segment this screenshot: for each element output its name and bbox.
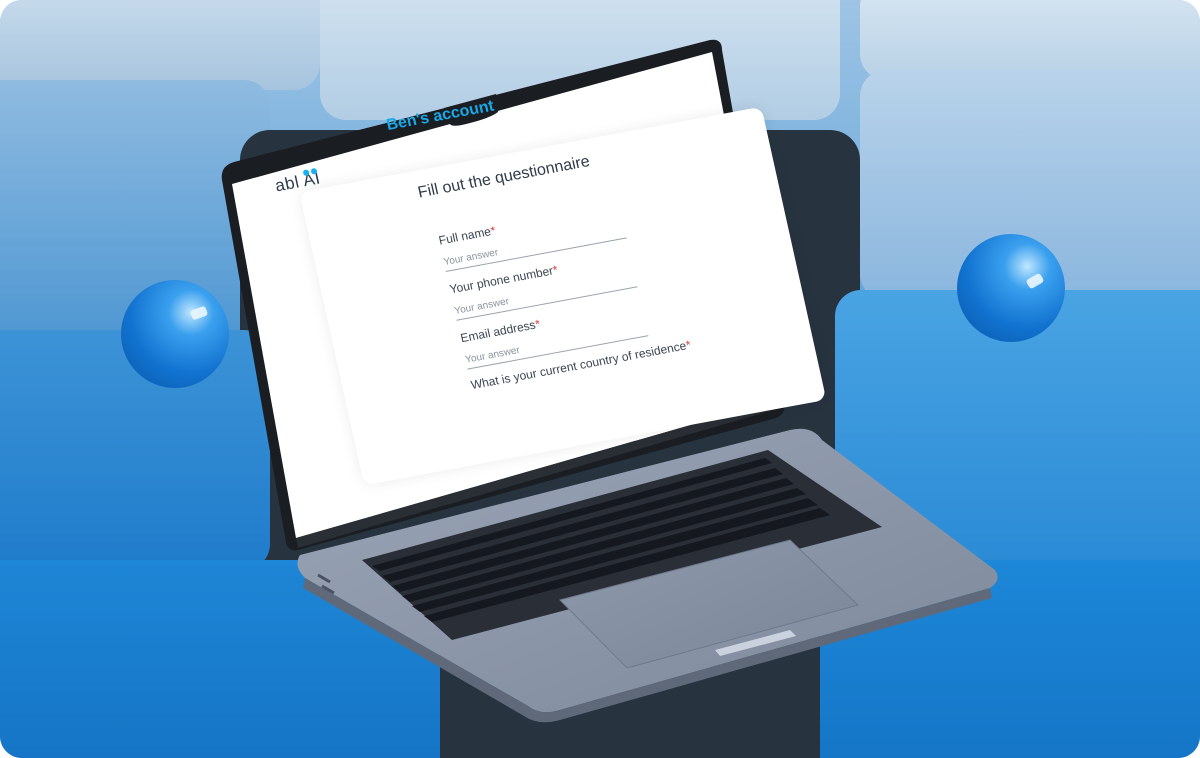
background-scene: abl AI Ben's account Fill out the questi…: [0, 0, 1200, 758]
brand-dots-icon: [301, 161, 318, 177]
account-title: Ben's account: [384, 97, 496, 135]
